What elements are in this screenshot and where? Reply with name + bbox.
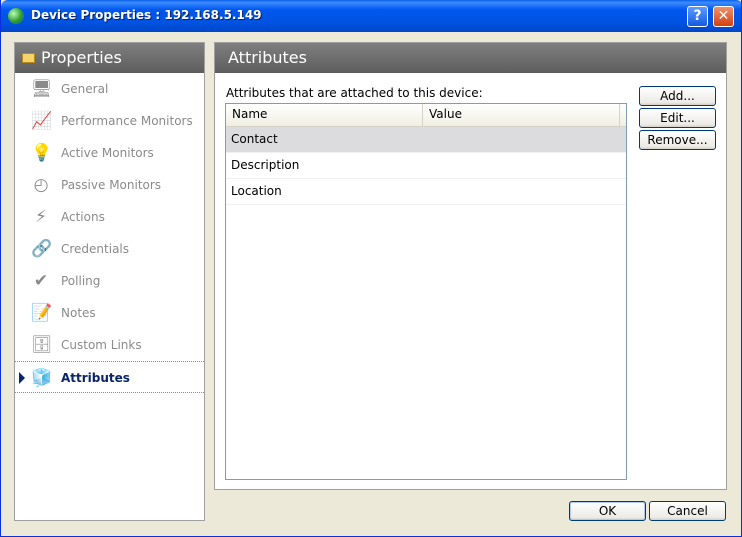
sidebar-item-custom-links[interactable]: 🗄 Custom Links [15,329,204,361]
sidebar-item-label: Custom Links [61,338,142,352]
blocks-icon: 🧊 [31,368,53,388]
table-row[interactable]: Contact [226,127,626,153]
title-bar[interactable]: Device Properties : 192.168.5.149 ? ✕ [1,0,741,32]
attribute-name: Description [231,158,300,172]
panel-header: Attributes [215,43,726,73]
properties-sidebar: Properties 🖥 General 📈 Performance Monitors… [14,42,205,521]
list-header: Name Value [226,104,626,127]
column-header-value[interactable]: Value [423,104,620,126]
checkmark-icon: ✔ [33,271,49,291]
computer-icon: 🖥 [31,79,53,99]
sidebar-item-passive-monitors[interactable]: ◴ Passive Monitors [15,169,204,201]
help-button[interactable]: ? [687,6,708,27]
sidebar-item-general[interactable]: 🖥 General [15,73,204,105]
window-title: Device Properties : 192.168.5.149 [31,8,262,22]
sidebar-item-label: Polling [61,274,101,288]
sidebar-item-notes[interactable]: 📝 Notes [15,297,204,329]
app-globe-icon [8,8,24,24]
lightbulb-icon: 💡 [31,143,53,163]
sidebar-item-label: Attributes [61,371,130,385]
ok-button[interactable]: OK [569,501,646,521]
cancel-button[interactable]: Cancel [649,501,726,521]
sidebar-item-label: General [61,82,109,96]
add-button[interactable]: Add... [639,86,716,106]
edit-button[interactable]: Edit... [639,108,716,128]
column-header-name[interactable]: Name [226,104,423,126]
sidebar-item-label: Credentials [61,242,130,256]
lightning-icon: ⚡ [35,207,47,227]
sidebar-nav: 🖥 General 📈 Performance Monitors 💡 Active Mon… [15,73,204,393]
table-row[interactable]: Location [226,179,626,205]
sidebar-item-active-monitors[interactable]: 💡 Active Monitors [15,137,204,169]
sidebar-item-label: Notes [61,306,96,320]
sidebar-header: Properties [15,43,204,73]
custom-links-icon: 🗄 [31,335,53,355]
sidebar-item-label: Performance Monitors [61,114,193,128]
attribute-name: Contact [231,132,278,146]
sidebar-item-performance-monitors[interactable]: 📈 Performance Monitors [15,105,204,137]
network-credentials-icon: 🔗 [31,239,53,259]
attributes-description: Attributes that are attached to this dev… [226,86,483,100]
sidebar-item-label: Actions [61,210,105,224]
sidebar-item-polling[interactable]: ✔ Polling [15,265,204,297]
table-row[interactable]: Description [226,153,626,179]
sidebar-item-label: Active Monitors [61,146,154,160]
attributes-list[interactable]: Name Value Contact Description Location [225,103,627,480]
close-button[interactable]: ✕ [713,6,734,27]
notepad-icon: 📝 [31,303,53,323]
performance-chart-icon: 📈 [31,111,53,131]
sidebar-item-label: Passive Monitors [61,178,162,192]
sidebar-title: Properties [41,48,122,67]
attribute-name: Location [231,184,282,198]
attributes-panel: Attributes Attributes that are attached … [214,42,727,490]
device-properties-window: Device Properties : 192.168.5.149 ? ✕ Pr… [0,0,742,537]
gauge-icon: ◴ [33,175,49,195]
panel-title: Attributes [228,48,307,67]
sidebar-item-credentials[interactable]: 🔗 Credentials [15,233,204,265]
folder-icon [22,53,35,63]
sidebar-item-actions[interactable]: ⚡ Actions [15,201,204,233]
sidebar-item-attributes[interactable]: 🧊 Attributes [15,361,204,393]
remove-button[interactable]: Remove... [639,130,716,150]
selection-arrow-icon [19,372,25,384]
list-rows: Contact Description Location [226,127,626,205]
